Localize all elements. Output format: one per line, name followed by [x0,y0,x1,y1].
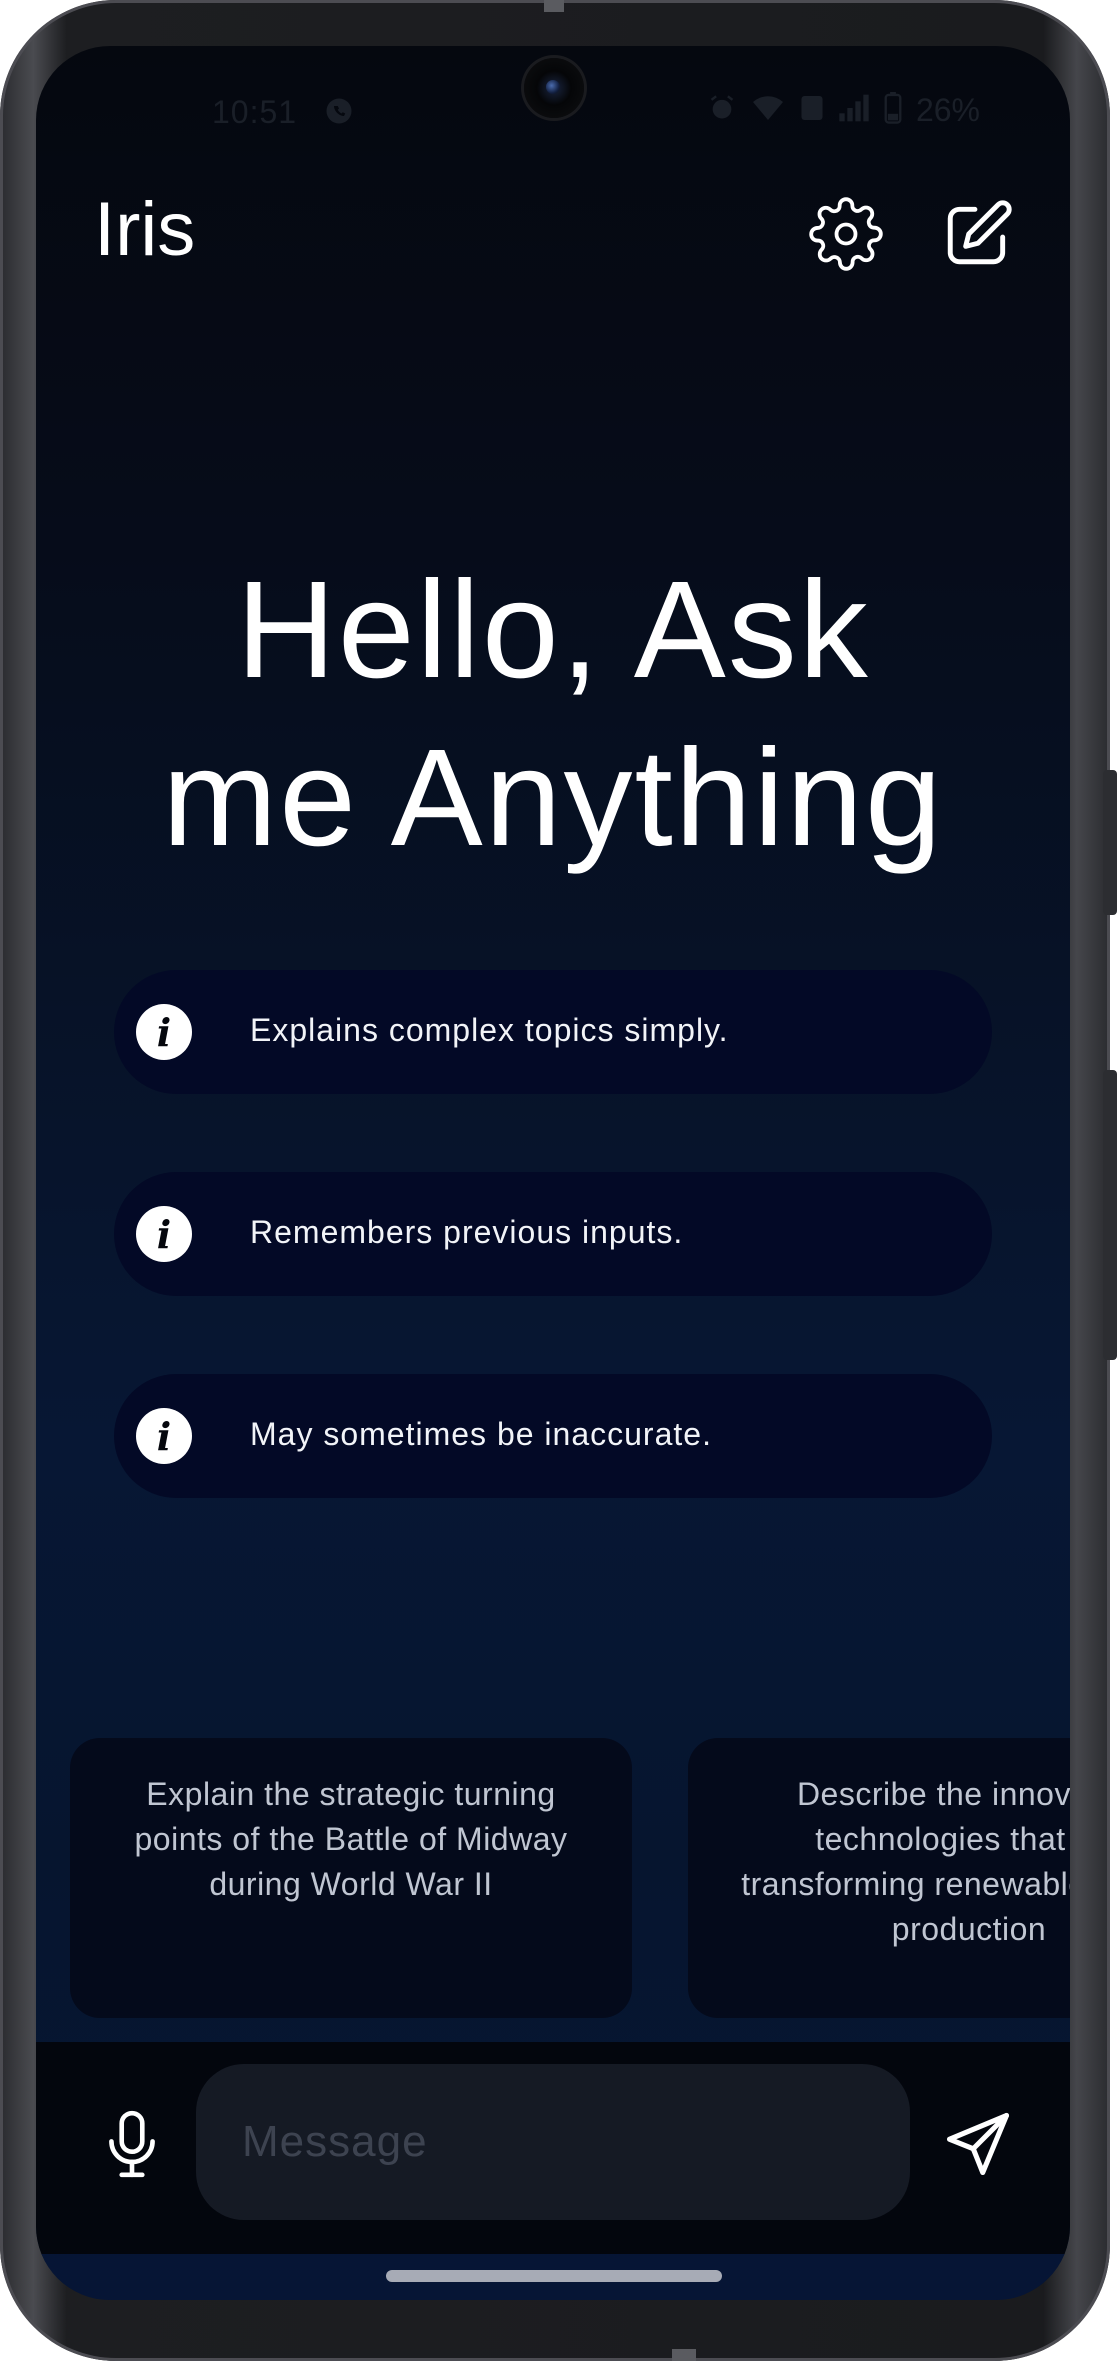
home-indicator[interactable] [386,2270,722,2282]
info-icon: i [136,1004,192,1060]
antenna-line [544,0,564,12]
whatsapp-icon [324,96,354,131]
app-title: Iris [94,187,196,272]
alarm-icon [708,94,736,127]
app-screen: 10:51 26% Iris Hello, Ask me Anything i … [36,46,1070,2300]
send-icon [946,2112,1010,2176]
battery-icon [884,92,902,129]
info-icon: i [136,1408,192,1464]
feature-item: i May sometimes be inaccurate. [114,1374,992,1498]
microphone-button[interactable] [90,2102,174,2186]
settings-button[interactable] [804,192,888,276]
status-icons: 26% [708,92,980,129]
wifi-icon [750,93,786,128]
antenna-line [672,2349,696,2361]
phone-frame: 10:51 26% Iris Hello, Ask me Anything i … [0,0,1117,2361]
signal-icon [838,94,870,127]
microphone-icon [109,2110,155,2178]
front-camera [524,58,584,118]
info-icon: i [136,1206,192,1262]
status-time: 10:51 [212,94,298,130]
suggestion-card[interactable]: Describe the innovative technologies tha… [688,1738,1070,2018]
suggestion-carousel[interactable]: Explain the strategic turning points of … [36,1738,1070,2022]
feature-item: i Remembers previous inputs. [114,1172,992,1296]
feature-text: Explains complex topics simply. [250,1012,729,1048]
gear-icon [809,197,883,271]
feature-item: i Explains complex topics simply. [114,970,992,1094]
feature-text: Remembers previous inputs. [250,1214,684,1250]
send-button[interactable] [934,2100,1022,2188]
volte-icon [800,93,824,128]
power-button [1103,1070,1117,1360]
composer-bar [36,2042,1070,2254]
status-bar: 10:51 26% [36,46,1070,156]
greeting-line-1: Hello, Ask [236,553,870,707]
feature-text: May sometimes be inaccurate. [250,1416,712,1452]
new-chat-button[interactable] [936,192,1020,276]
battery-percentage: 26% [915,92,980,128]
gesture-nav-area [36,2254,1070,2300]
suggestion-card[interactable]: Explain the strategic turning points of … [70,1738,632,2018]
message-input[interactable] [196,2064,910,2220]
greeting-line-2: me Anything [162,721,944,875]
volume-button [1103,770,1117,915]
greeting-heading: Hello, Ask me Anything [36,546,1070,882]
edit-square-icon [947,200,1012,265]
